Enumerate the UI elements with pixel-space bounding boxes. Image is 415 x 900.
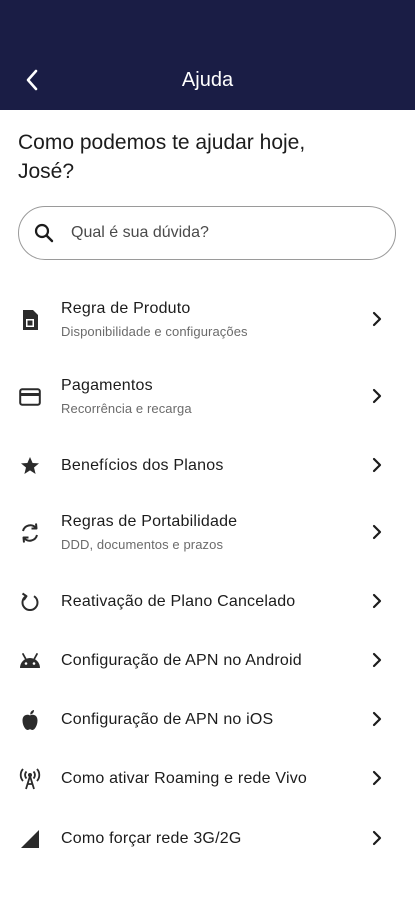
- greeting-heading: Como podemos te ajudar hoje, José?: [18, 128, 398, 186]
- item-title: Como ativar Roaming e rede Vivo: [61, 770, 308, 787]
- help-item-apn-android[interactable]: Configuração de APN no Android: [0, 635, 415, 687]
- help-item-apn-ios[interactable]: Configuração de APN no iOS: [0, 694, 415, 746]
- chevron-right-icon: [368, 456, 386, 474]
- greeting-line-1: Como podemos te ajudar hoje,: [18, 131, 306, 154]
- help-item-regras-de-portabilidade[interactable]: Regras de Portabilidade DDD, documentos …: [0, 495, 415, 571]
- search-input[interactable]: [71, 224, 361, 242]
- sync-icon: [18, 521, 42, 545]
- help-item-roaming[interactable]: Como ativar Roaming e rede Vivo: [0, 753, 415, 805]
- help-item-reativacao[interactable]: Reativação de Plano Cancelado: [0, 576, 415, 628]
- item-subtitle: Disponibilidade e configurações: [61, 324, 248, 339]
- sim-card-icon: [18, 308, 42, 332]
- star-icon: [18, 454, 42, 478]
- item-subtitle: DDD, documentos e prazos: [61, 537, 224, 552]
- item-title: Regras de Portabilidade: [61, 513, 238, 530]
- help-item-regra-de-produto[interactable]: Regra de Produto Disponibilidade e confi…: [0, 282, 415, 356]
- greeting-line-2: José?: [18, 160, 75, 183]
- search-box[interactable]: [18, 206, 396, 260]
- item-title: Como forçar rede 3G/2G: [61, 830, 242, 847]
- help-item-forcar-rede[interactable]: Como forçar rede 3G/2G: [0, 813, 415, 865]
- item-title: Regra de Produto: [61, 300, 191, 317]
- app-header: Ajuda: [0, 0, 415, 110]
- credit-card-icon: [18, 385, 42, 409]
- chevron-right-icon: [368, 769, 386, 787]
- help-item-pagamentos[interactable]: Pagamentos Recorrência e recarga: [0, 359, 415, 435]
- search-icon: [33, 222, 55, 244]
- refresh-icon: [18, 590, 42, 614]
- chevron-right-icon: [368, 310, 386, 328]
- item-subtitle: Recorrência e recarga: [61, 401, 192, 416]
- chevron-right-icon: [368, 651, 386, 669]
- chevron-right-icon: [368, 523, 386, 541]
- chevron-right-icon: [368, 829, 386, 847]
- item-title: Benefícios dos Planos: [61, 457, 224, 474]
- chevron-right-icon: [368, 387, 386, 405]
- item-title: Pagamentos: [61, 377, 153, 394]
- apple-icon: [18, 708, 42, 732]
- item-title: Reativação de Plano Cancelado: [61, 593, 296, 610]
- chevron-right-icon: [368, 592, 386, 610]
- chevron-right-icon: [368, 710, 386, 728]
- page-title: Ajuda: [181, 69, 234, 91]
- item-title: Configuração de APN no Android: [61, 652, 302, 669]
- signal-icon: [18, 827, 42, 851]
- help-item-beneficios-dos-planos[interactable]: Benefícios dos Planos: [0, 440, 415, 492]
- item-title: Configuração de APN no iOS: [61, 711, 274, 728]
- antenna-icon: [18, 767, 42, 791]
- android-icon: [18, 649, 42, 673]
